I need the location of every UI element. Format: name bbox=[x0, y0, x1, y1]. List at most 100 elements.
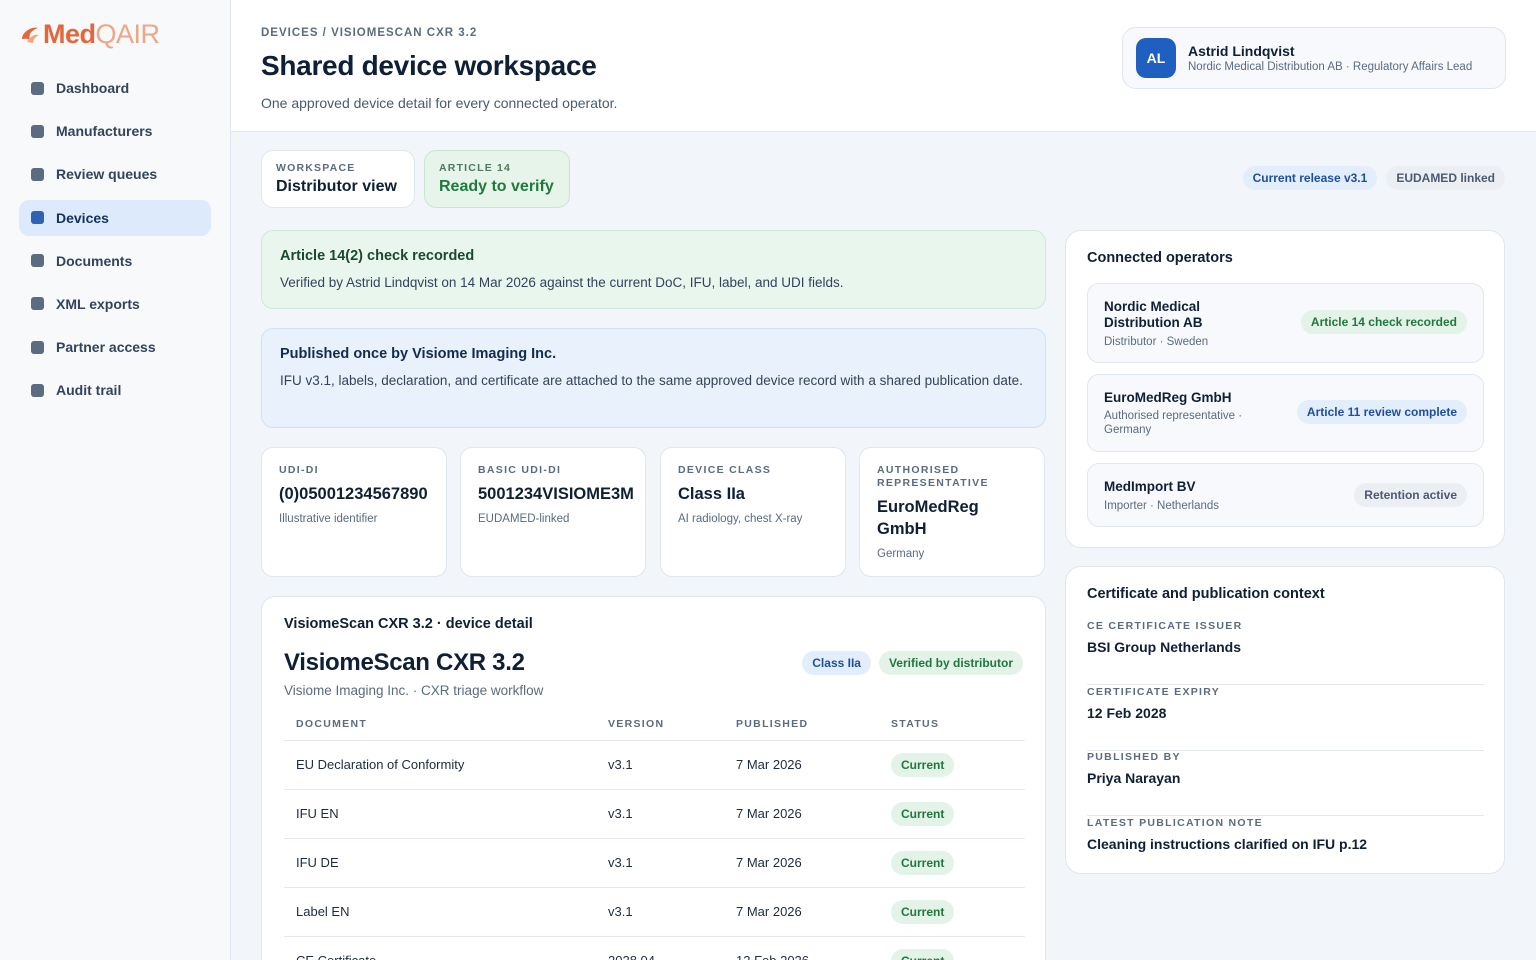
workspace-mode-card[interactable]: WORKSPACE Distributor view bbox=[261, 150, 415, 208]
device-detail-label: VisiomeScan CXR 3.2 · device detail bbox=[284, 616, 533, 632]
verified-badge: Verified by distributor bbox=[878, 651, 1023, 675]
stat-key: AUTHORISED REPRESENTATIVE bbox=[877, 464, 989, 489]
brand-logo[interactable]: Med QAIR bbox=[18, 18, 160, 50]
stat-card-device-class: DEVICE CLASS Class IIa AI radiology, che… bbox=[660, 447, 846, 577]
breadcrumb[interactable]: DEVICES / VISIOMESCAN CXR 3.2 bbox=[261, 27, 477, 39]
certificate-context-panel: Certificate and publication context CE C… bbox=[1065, 566, 1505, 874]
sidebar-item-xml-exports[interactable]: XML exports bbox=[19, 286, 211, 322]
sidebar-item-partner-access[interactable]: Partner access bbox=[19, 329, 211, 365]
user-card[interactable]: AL Astrid Lindqvist Nordic Medical Distr… bbox=[1122, 27, 1506, 89]
cell-document: IFU DE bbox=[284, 838, 596, 888]
article-check-title: Article 14(2) check recorded bbox=[280, 248, 475, 264]
cell-status: Current bbox=[879, 789, 1025, 839]
cert-key: CERTIFICATE EXPIRY bbox=[1087, 686, 1221, 698]
table-header-row: DOCUMENT VERSION PUBLISHED STATUS bbox=[284, 709, 1025, 741]
stat-card-authorised-representative: AUTHORISED REPRESENTATIVE EuroMedReg Gmb… bbox=[859, 447, 1045, 577]
status-badge: Current bbox=[891, 801, 955, 826]
device-detail-card: VisiomeScan CXR 3.2 · device detail Visi… bbox=[261, 596, 1046, 960]
sidebar-item-documents[interactable]: Documents bbox=[19, 243, 211, 279]
workspace-value: Distributor view bbox=[276, 178, 397, 195]
panel-title: Certificate and publication context bbox=[1087, 586, 1325, 602]
published-banner: Published once by Visiome Imaging Inc. I… bbox=[261, 328, 1046, 428]
stat-value: 5001234VISIOME3M bbox=[478, 485, 634, 503]
table-row[interactable]: IFU DE v3.1 7 Mar 2026 Current bbox=[284, 838, 1025, 888]
stat-value: (0)05001234567890 bbox=[279, 485, 428, 503]
cell-status: Current bbox=[879, 740, 1025, 790]
eudamed-linked-badge: EUDAMED linked bbox=[1386, 166, 1505, 190]
operator-card-nordic[interactable]: Nordic Medical Distribution AB Distribut… bbox=[1087, 283, 1484, 363]
cell-published: 12 Feb 2026 bbox=[724, 936, 879, 960]
cert-key: CE CERTIFICATE ISSUER bbox=[1087, 620, 1243, 632]
article-key: ARTICLE 14 bbox=[439, 162, 512, 174]
cell-version: v3.1 bbox=[596, 887, 724, 937]
table-row[interactable]: CE Certificate 2028.04 12 Feb 2026 Curre… bbox=[284, 936, 1025, 960]
status-badge: Current bbox=[891, 752, 955, 777]
operator-card-medimport[interactable]: MedImport BV Importer · Netherlands Rete… bbox=[1087, 463, 1484, 527]
cell-published: 7 Mar 2026 bbox=[724, 789, 879, 839]
operator-role: Importer · Netherlands bbox=[1104, 500, 1220, 512]
cert-row-expiry: CERTIFICATE EXPIRY 12 Feb 2028 bbox=[1087, 686, 1484, 751]
manufacturers-icon bbox=[31, 124, 44, 138]
cert-row-published-by: PUBLISHED BY Priya Narayan bbox=[1087, 751, 1484, 816]
operator-card-euromedreg[interactable]: EuroMedReg GmbH Authorised representativ… bbox=[1087, 374, 1484, 452]
device-name: VisiomeScan CXR 3.2 bbox=[284, 649, 525, 676]
page-title: Shared device workspace bbox=[261, 50, 597, 81]
brand-name-primary: Med bbox=[43, 18, 96, 49]
sidebar-item-manufacturers[interactable]: Manufacturers bbox=[19, 113, 211, 149]
cell-document: EU Declaration of Conformity bbox=[284, 740, 596, 790]
column-header-published[interactable]: PUBLISHED bbox=[724, 709, 879, 741]
operator-role: Distributor · Sweden bbox=[1104, 336, 1209, 348]
table-row[interactable]: EU Declaration of Conformity v3.1 7 Mar … bbox=[284, 740, 1025, 790]
stat-sub: Germany bbox=[877, 548, 925, 560]
xml-exports-icon bbox=[31, 297, 44, 311]
brand-name-secondary: QAIR bbox=[95, 18, 161, 49]
table-row[interactable]: Label EN v3.1 7 Mar 2026 Current bbox=[284, 887, 1025, 937]
sidebar-item-label: Audit trail bbox=[56, 382, 122, 399]
panel-title: Connected operators bbox=[1087, 250, 1233, 266]
status-badge: Current bbox=[891, 948, 955, 960]
dashboard-icon bbox=[31, 81, 44, 95]
device-badges: Class IIa Verified by distributor bbox=[802, 651, 1023, 675]
sidebar: Med QAIR Dashboard Manufacturers Review q… bbox=[0, 0, 231, 960]
device-manufacturer: Visiome Imaging Inc. · CXR triage workfl… bbox=[284, 683, 544, 698]
cert-key: LATEST PUBLICATION NOTE bbox=[1087, 817, 1263, 829]
release-badges: Current release v3.1 EUDAMED linked bbox=[1242, 166, 1505, 190]
avatar: AL bbox=[1136, 38, 1176, 78]
sidebar-item-devices[interactable]: Devices bbox=[19, 199, 211, 236]
table-row[interactable]: IFU EN v3.1 7 Mar 2026 Current bbox=[284, 789, 1025, 839]
device-class-badge: Class IIa bbox=[802, 651, 871, 675]
stat-card-udi-di: UDI-DI (0)05001234567890 Illustrative id… bbox=[261, 447, 447, 577]
column-header-version[interactable]: VERSION bbox=[596, 709, 724, 741]
sidebar-item-audit-trail[interactable]: Audit trail bbox=[19, 372, 211, 408]
sidebar-item-dashboard[interactable]: Dashboard bbox=[19, 70, 211, 106]
article-check-desc: Verified by Astrid Lindqvist on 14 Mar 2… bbox=[280, 275, 844, 290]
cell-version: 2028.04 bbox=[596, 936, 724, 960]
sidebar-item-label: XML exports bbox=[56, 295, 140, 312]
sidebar-item-review-queues[interactable]: Review queues bbox=[19, 156, 211, 192]
cell-document: CE Certificate bbox=[284, 936, 596, 960]
cert-row-publication-note: LATEST PUBLICATION NOTE Cleaning instruc… bbox=[1087, 817, 1484, 882]
cell-published: 7 Mar 2026 bbox=[724, 838, 879, 888]
cert-value: Cleaning instructions clarified on IFU p… bbox=[1087, 836, 1368, 852]
sidebar-nav: Dashboard Manufacturers Review queues De… bbox=[19, 70, 211, 416]
article-value: Ready to verify bbox=[439, 178, 554, 195]
published-title: Published once by Visiome Imaging Inc. bbox=[280, 346, 557, 362]
audit-trail-icon bbox=[31, 383, 44, 397]
sidebar-item-label: Devices bbox=[56, 209, 109, 226]
cert-value: Priya Narayan bbox=[1087, 770, 1181, 786]
cell-version: v3.1 bbox=[596, 789, 724, 839]
partner-access-icon bbox=[31, 340, 44, 354]
sidebar-item-label: Documents bbox=[56, 252, 133, 269]
cert-value: 12 Feb 2028 bbox=[1087, 705, 1167, 721]
operator-name: MedImport BV bbox=[1104, 479, 1196, 494]
article-14-card[interactable]: ARTICLE 14 Ready to verify bbox=[424, 150, 570, 208]
column-header-document[interactable]: DOCUMENT bbox=[284, 709, 596, 741]
operator-status-badge: Article 11 review complete bbox=[1296, 400, 1467, 424]
cell-status: Current bbox=[879, 838, 1025, 888]
column-header-status[interactable]: STATUS bbox=[879, 709, 1025, 741]
cell-version: v3.1 bbox=[596, 740, 724, 790]
stat-key: BASIC UDI-DI bbox=[478, 464, 562, 476]
article-check-banner: Article 14(2) check recorded Verified by… bbox=[261, 230, 1046, 309]
stat-sub: EUDAMED-linked bbox=[478, 513, 570, 525]
cert-key: PUBLISHED BY bbox=[1087, 751, 1181, 763]
